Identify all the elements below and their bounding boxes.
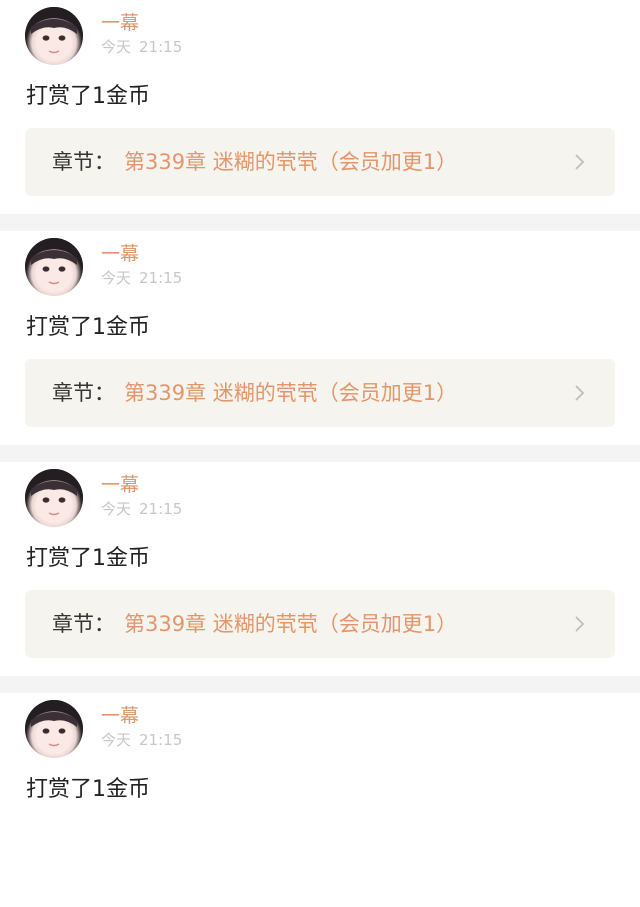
- chapter-label: 章节：: [52, 381, 115, 405]
- post-date: 今天: [101, 500, 132, 518]
- avatar[interactable]: [25, 700, 83, 758]
- username[interactable]: 一幕: [101, 11, 139, 35]
- chapter-link[interactable]: 章节： 第339章 迷糊的茕茕（会员加更1）: [25, 359, 615, 427]
- chapter-link[interactable]: 章节： 第339章 迷糊的茕茕（会员加更1）: [25, 590, 615, 658]
- chapter-label: 章节：: [52, 612, 115, 636]
- post-clock: 21:15: [139, 500, 183, 518]
- reward-post: 一幕 今天 21:15 打赏了1金币 章节： 第339章 迷糊的茕茕（会员加更1）: [0, 462, 640, 676]
- username[interactable]: 一幕: [101, 473, 139, 497]
- avatar[interactable]: [25, 7, 83, 65]
- chevron-right-icon: [575, 154, 585, 170]
- chapter-title: 第339章 迷糊的茕茕（会员加更1）: [124, 381, 458, 405]
- post-date: 今天: [101, 731, 132, 749]
- avatar[interactable]: [25, 238, 83, 296]
- reward-post: 一幕 今天 21:15 打赏了1金币 章节： 第339章 迷糊的茕茕（会员加更1）: [0, 231, 640, 445]
- avatar[interactable]: [25, 469, 83, 527]
- reward-text: 打赏了1金币: [26, 777, 150, 802]
- reward-post: 一幕 今天 21:15 打赏了1金币 章节： 第339章 迷糊的茕茕（会员加更1）: [0, 0, 640, 214]
- username[interactable]: 一幕: [101, 242, 139, 266]
- post-clock: 21:15: [139, 731, 183, 749]
- post-divider: [0, 445, 640, 462]
- reward-post: 一幕 今天 21:15 打赏了1金币: [0, 693, 640, 907]
- chapter-label: 章节：: [52, 150, 115, 174]
- post-divider: [0, 214, 640, 231]
- post-time: 今天 21:15: [101, 268, 182, 288]
- chapter-title: 第339章 迷糊的茕茕（会员加更1）: [124, 150, 458, 174]
- reward-text: 打赏了1金币: [26, 546, 150, 571]
- chapter-title: 第339章 迷糊的茕茕（会员加更1）: [124, 612, 458, 636]
- post-time: 今天 21:15: [101, 730, 182, 750]
- reward-feed: 一幕 今天 21:15 打赏了1金币 章节： 第339章 迷糊的茕茕（会员加更1）…: [0, 0, 640, 907]
- chevron-right-icon: [575, 616, 585, 632]
- reward-text: 打赏了1金币: [26, 84, 150, 109]
- post-clock: 21:15: [139, 38, 183, 56]
- post-date: 今天: [101, 269, 132, 287]
- username[interactable]: 一幕: [101, 704, 139, 728]
- chapter-link[interactable]: 章节： 第339章 迷糊的茕茕（会员加更1）: [25, 128, 615, 196]
- post-time: 今天 21:15: [101, 37, 182, 57]
- post-clock: 21:15: [139, 269, 183, 287]
- post-time: 今天 21:15: [101, 499, 182, 519]
- reward-text: 打赏了1金币: [26, 315, 150, 340]
- post-date: 今天: [101, 38, 132, 56]
- chevron-right-icon: [575, 385, 585, 401]
- post-divider: [0, 676, 640, 693]
